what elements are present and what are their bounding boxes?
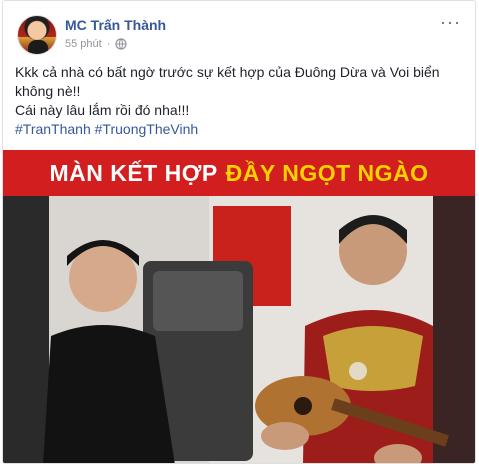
- author-avatar[interactable]: [17, 15, 57, 55]
- banner-text: MÀN KẾT HỢP: [49, 159, 218, 186]
- video-thumbnail: [3, 196, 475, 463]
- post-meta: 55 phút ·: [65, 38, 127, 50]
- post-line-1: Kkk cả nhà có bất ngờ trước sự kết hợp c…: [15, 64, 440, 99]
- post-card: MC Trấn Thành 55 phút · ··· Kkk cả nhà c…: [2, 0, 476, 464]
- hashtag-truongthevinh[interactable]: #TruongTheVinh: [95, 121, 199, 137]
- globe-icon[interactable]: [115, 38, 127, 50]
- post-time[interactable]: 55 phút: [65, 38, 102, 50]
- video-player[interactable]: MÀN KẾT HỢP ĐẦY NGỌT NGÀO: [3, 150, 475, 463]
- banner-highlight-text: ĐẦY NGỌT NGÀO: [225, 159, 429, 186]
- video-title-banner: MÀN KẾT HỢP ĐẦY NGỌT NGÀO: [3, 150, 475, 196]
- post-line-2: Cái này lâu lắm rồi đó nha!!!: [15, 102, 190, 118]
- more-options-icon[interactable]: ···: [440, 13, 461, 31]
- post-text: Kkk cả nhà có bất ngờ trước sự kết hợp c…: [15, 63, 465, 139]
- hashtag-tranthanh[interactable]: #TranThanh: [15, 121, 91, 137]
- author-name[interactable]: MC Trấn Thành: [65, 17, 166, 33]
- post-hashtags: #TranThanh #TruongTheVinh: [15, 120, 465, 139]
